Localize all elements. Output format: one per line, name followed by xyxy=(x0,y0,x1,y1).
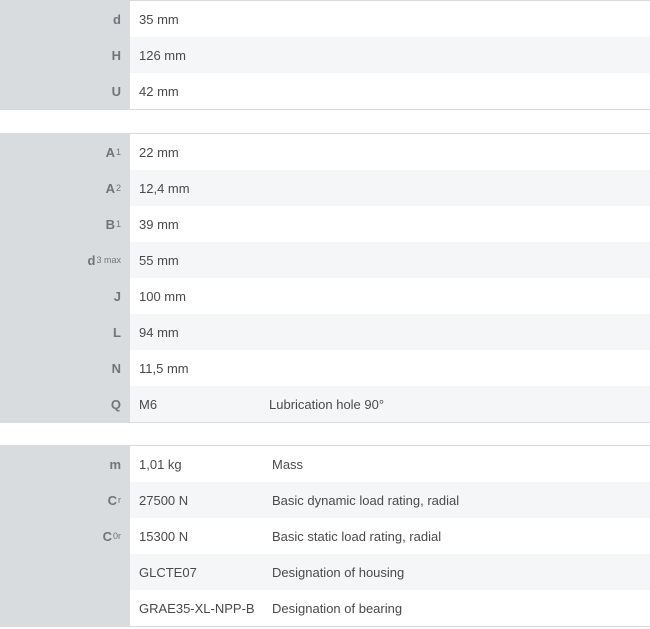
symbol-text: A xyxy=(105,144,115,160)
symbol-text: N xyxy=(111,360,121,376)
spec-symbol xyxy=(0,590,130,626)
symbol-text: C xyxy=(102,528,112,544)
symbol-text: d xyxy=(113,11,121,27)
spec-row-b1: B1 39 mm xyxy=(0,206,650,242)
symbol-subscript: r xyxy=(118,495,121,505)
symbol-text: d xyxy=(87,252,96,268)
symbol-subscript: 3 max xyxy=(96,255,121,265)
spec-symbol: H xyxy=(0,37,130,73)
symbol-text: L xyxy=(113,324,121,340)
symbol-subscript: 0r xyxy=(112,531,121,541)
symbol-text: m xyxy=(109,456,121,472)
spec-row-mass: m 1,01 kg Mass xyxy=(0,446,650,482)
spec-value: 35 mm xyxy=(139,11,179,27)
spec-description: Designation of housing xyxy=(272,564,405,580)
spec-description: Basic dynamic load rating, radial xyxy=(272,492,460,508)
symbol-subscript: 1 xyxy=(115,147,121,157)
symbol-text: A xyxy=(105,180,115,196)
spec-row-h: H 126 mm xyxy=(0,37,650,73)
spec-value: 27500 N xyxy=(139,492,189,508)
spec-symbol: N xyxy=(0,350,130,386)
dimension-group-housing: A1 22 mm A2 12,4 mm B1 39 mm d3 max 55 m… xyxy=(0,133,650,423)
spec-symbol: d3 max xyxy=(0,242,130,278)
spec-value: M6 xyxy=(139,396,158,412)
spec-row-a2: A2 12,4 mm xyxy=(0,170,650,206)
spec-value: 11,5 mm xyxy=(139,360,189,376)
spec-value: 1,01 kg xyxy=(139,456,182,472)
spec-row-l: L 94 mm xyxy=(0,314,650,350)
spec-value: 42 mm xyxy=(139,83,179,99)
spec-symbol: d xyxy=(0,1,130,37)
symbol-text: B xyxy=(105,216,115,232)
spec-symbol: A2 xyxy=(0,170,130,206)
spec-row-q: Q M6 Lubrication hole 90° xyxy=(0,386,650,422)
symbol-text: Q xyxy=(110,396,121,412)
spec-row-bearing-designation: GRAE35-XL-NPP-B Designation of bearing xyxy=(0,590,650,626)
spec-value: 94 mm xyxy=(139,324,179,340)
spec-symbol: U xyxy=(0,73,130,109)
spec-row-j: J 100 mm xyxy=(0,278,650,314)
performance-group: m 1,01 kg Mass Cr 27500 N Basic dynamic … xyxy=(0,445,650,627)
spec-description: Lubrication hole 90° xyxy=(269,396,385,412)
spec-value: GRAE35-XL-NPP-B xyxy=(139,600,255,616)
spec-symbol: C 0r xyxy=(0,518,130,554)
spec-description: Designation of bearing xyxy=(272,600,403,616)
spec-symbol: L xyxy=(0,314,130,350)
spec-description: Basic static load rating, radial xyxy=(272,528,442,544)
spec-row-n: N 11,5 mm xyxy=(0,350,650,386)
spec-value: 15300 N xyxy=(139,528,189,544)
spec-symbol: A1 xyxy=(0,134,130,170)
spec-value: 55 mm xyxy=(139,252,179,268)
spec-row-u: U 42 mm xyxy=(0,73,650,109)
spec-row-a1: A1 22 mm xyxy=(0,134,650,170)
symbol-subscript: 1 xyxy=(115,219,121,229)
spec-value: GLCTE07 xyxy=(139,564,197,580)
symbol-text: C xyxy=(107,492,117,508)
spec-description: Mass xyxy=(272,456,304,472)
spec-value: 100 mm xyxy=(139,288,186,304)
spec-symbol: m xyxy=(0,446,130,482)
spec-value: 39 mm xyxy=(139,216,179,232)
spec-symbol: Cr xyxy=(0,482,130,518)
spec-row-cr: Cr 27500 N Basic dynamic load rating, ra… xyxy=(0,482,650,518)
spec-row-d3max: d3 max 55 mm xyxy=(0,242,650,278)
spec-row-c0r: C 0r 15300 N Basic static load rating, ra… xyxy=(0,518,650,554)
spec-symbol: B1 xyxy=(0,206,130,242)
spec-value: 22 mm xyxy=(139,144,179,160)
symbol-subscript: 2 xyxy=(115,183,121,193)
spec-value: 126 mm xyxy=(139,47,186,63)
dimension-group-main: d 35 mm H 126 mm U 42 mm xyxy=(0,0,650,110)
spec-symbol xyxy=(0,554,130,590)
spec-symbol: J xyxy=(0,278,130,314)
spec-symbol: Q xyxy=(0,386,130,422)
symbol-text: J xyxy=(113,288,121,304)
symbol-text: U xyxy=(111,83,121,99)
spec-row-d: d 35 mm xyxy=(0,1,650,37)
spec-row-housing-designation: GLCTE07 Designation of housing xyxy=(0,554,650,590)
symbol-text: H xyxy=(111,47,121,63)
spec-value: 12,4 mm xyxy=(139,180,190,196)
